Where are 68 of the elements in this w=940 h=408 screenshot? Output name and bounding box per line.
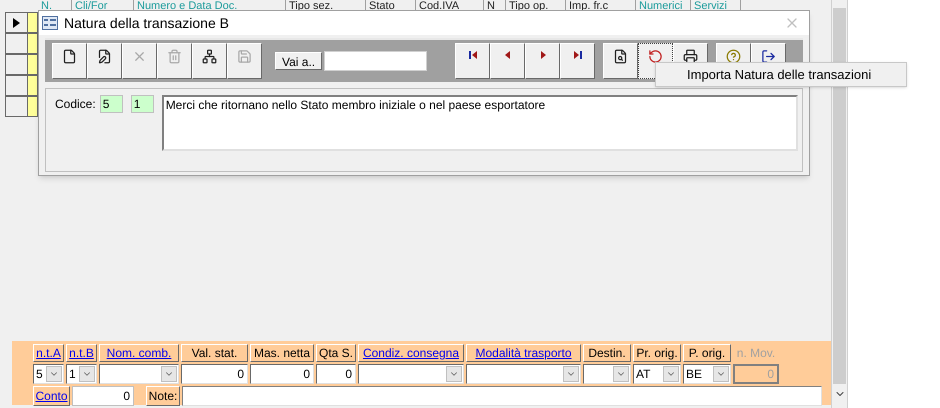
blank-page-icon <box>62 49 77 64</box>
cross-icon <box>132 49 147 64</box>
first-arrow-icon <box>466 49 479 61</box>
grid-cell <box>28 33 38 54</box>
column-header-button[interactable]: Val. stat. <box>181 344 248 362</box>
code-field[interactable]: 5 <box>100 95 123 113</box>
menu-item[interactable]: Importa Natura delle transazioni <box>687 64 872 84</box>
number-field[interactable]: 0 <box>181 364 248 384</box>
column-header-button[interactable]: n.t.B <box>66 344 97 362</box>
last-arrow-icon <box>572 49 584 61</box>
page-pencil-icon <box>97 49 112 64</box>
number-field[interactable]: 0 <box>250 364 314 384</box>
combo-box[interactable] <box>466 364 581 384</box>
dropdown-button[interactable] <box>613 366 629 382</box>
dropdown-button[interactable] <box>563 366 579 382</box>
dropdown-button[interactable] <box>713 366 729 382</box>
combo-box[interactable] <box>99 364 179 384</box>
dropdown-button[interactable] <box>663 366 679 382</box>
number-field[interactable]: 0 <box>316 364 356 384</box>
goto-button[interactable]: Vai a.. <box>275 52 322 70</box>
circular-arrow-icon <box>648 49 664 64</box>
column-header-button[interactable]: Pr. orig. <box>633 344 681 362</box>
code-field[interactable]: 1 <box>130 95 154 113</box>
help-icon <box>726 49 742 64</box>
conto-field[interactable]: 0 <box>72 386 134 406</box>
note-label: Note: <box>146 386 180 406</box>
dropdown-button[interactable] <box>446 366 462 382</box>
row-selector[interactable] <box>5 12 28 33</box>
dropdown-button[interactable] <box>46 366 62 382</box>
column-header-button[interactable]: n.t.A <box>33 344 64 362</box>
combo-value: 1 <box>68 366 77 383</box>
dropdown-button[interactable] <box>79 366 95 382</box>
column-header-button[interactable]: Mas. netta <box>250 344 314 362</box>
code-label: Codice: <box>55 96 96 113</box>
column-header-button[interactable]: Modalità trasporto <box>466 344 581 362</box>
column-header-button[interactable]: Condiz. consegna <box>358 344 464 362</box>
combo-value: 5 <box>35 366 44 383</box>
column-header-button[interactable]: Destin. <box>583 344 631 362</box>
combo-value: AT <box>635 366 652 383</box>
column-header-button[interactable]: Nom. comb. <box>99 344 179 362</box>
combo-box[interactable] <box>583 364 631 384</box>
window-title: Natura della transazione B <box>64 14 230 32</box>
conto-link-button[interactable]: Conto <box>33 386 70 406</box>
description-field[interactable]: Merci che ritornano nello Stato membro iniziale o nel paese esportatore <box>162 95 798 151</box>
row-pointer-icon <box>13 18 20 28</box>
column-header-button[interactable]: P. orig. <box>683 344 731 362</box>
printer-icon <box>683 49 698 64</box>
combo-box[interactable] <box>358 364 464 384</box>
grid-cell <box>28 75 38 96</box>
note-field[interactable] <box>182 386 822 406</box>
grid-cell <box>28 96 38 117</box>
combo-box[interactable]: 5 <box>33 364 64 384</box>
tree-nodes-icon <box>202 49 217 64</box>
number-field: 0 <box>733 364 779 384</box>
save-icon <box>237 49 252 64</box>
combo-box[interactable]: BE <box>683 364 731 384</box>
grid-cell <box>28 54 38 75</box>
page-magnifier-icon <box>613 49 628 64</box>
grid-cell <box>28 12 38 33</box>
combo-value: BE <box>685 366 704 383</box>
goto-field[interactable] <box>324 51 428 71</box>
column-header-button[interactable]: Qta S. <box>316 344 356 362</box>
dropdown-button[interactable] <box>161 366 177 382</box>
combo-box[interactable]: 1 <box>66 364 97 384</box>
column-label: n. Mov. <box>736 345 776 362</box>
trash-icon <box>167 49 182 64</box>
combo-box[interactable]: AT <box>633 364 681 384</box>
window-form-icon <box>42 16 58 30</box>
